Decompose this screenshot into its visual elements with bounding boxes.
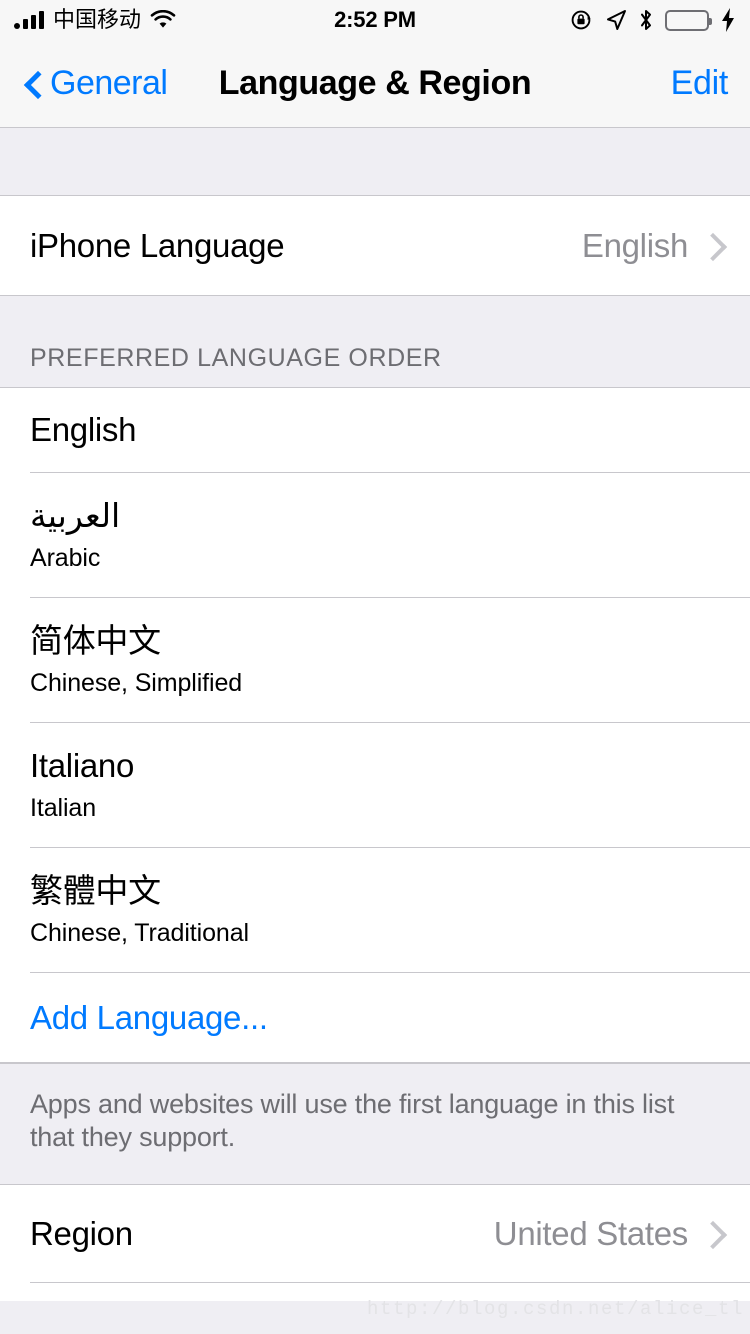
- section-footer-note: Apps and websites will use the first lan…: [0, 1063, 750, 1185]
- iphone-settings-screen: 中国移动 2:52 PM General Language & Region E…: [0, 0, 750, 1334]
- row-region[interactable]: Region United States: [0, 1184, 750, 1283]
- row-iphone-language-value: English: [581, 226, 688, 264]
- language-native-name: 繁體中文: [30, 872, 161, 910]
- add-language-label: Add Language...: [30, 998, 268, 1036]
- preferred-language-list: English العربية Arabic 简体中文 Chinese, Sim…: [0, 388, 750, 1063]
- section-header-preferred-language-order: PREFERRED LANGUAGE ORDER: [0, 296, 750, 388]
- battery-icon: [665, 9, 712, 31]
- list-item[interactable]: 简体中文 Chinese, Simplified: [0, 598, 750, 723]
- status-bar-clock: 2:52 PM: [334, 7, 416, 32]
- list-item[interactable]: Italiano Italian: [0, 723, 750, 848]
- navigation-bar: General Language & Region Edit: [0, 40, 750, 128]
- watermark: http://blog.csdn.net/alice_tl: [366, 1298, 744, 1320]
- list-item[interactable]: 繁體中文 Chinese, Traditional: [0, 848, 750, 973]
- row-region-label: Region: [30, 1214, 133, 1252]
- back-button-general[interactable]: General: [22, 64, 168, 103]
- top-spacer: [0, 128, 750, 196]
- language-native-name: English: [30, 411, 137, 449]
- language-english-name: Italian: [30, 793, 97, 822]
- language-english-name: Arabic: [30, 543, 101, 572]
- edit-button[interactable]: Edit: [671, 64, 729, 103]
- row-iphone-language-label: iPhone Language: [30, 226, 285, 264]
- chevron-right-icon: [702, 1219, 720, 1249]
- chevron-left-icon: [22, 73, 44, 95]
- language-english-name: Chinese, Traditional: [30, 918, 249, 947]
- language-native-name: 简体中文: [30, 622, 161, 660]
- list-item[interactable]: العربية Arabic: [0, 473, 750, 598]
- language-english-name: Chinese, Simplified: [30, 668, 243, 697]
- section-header-label: PREFERRED LANGUAGE ORDER: [30, 344, 442, 372]
- row-iphone-language[interactable]: iPhone Language English: [0, 196, 750, 296]
- status-bar: 中国移动 2:52 PM: [0, 0, 750, 40]
- language-native-name: العربية: [30, 497, 121, 535]
- row-region-value: United States: [493, 1214, 689, 1252]
- language-native-name: Italiano: [30, 747, 135, 785]
- chevron-right-icon: [702, 231, 720, 261]
- add-language-button[interactable]: Add Language...: [0, 973, 750, 1063]
- back-button-label: General: [50, 64, 168, 102]
- section-footer-text: Apps and websites will use the first lan…: [30, 1089, 675, 1152]
- settings-content: iPhone Language English PREFERRED LANGUA…: [0, 128, 750, 1301]
- list-item[interactable]: English: [0, 388, 750, 473]
